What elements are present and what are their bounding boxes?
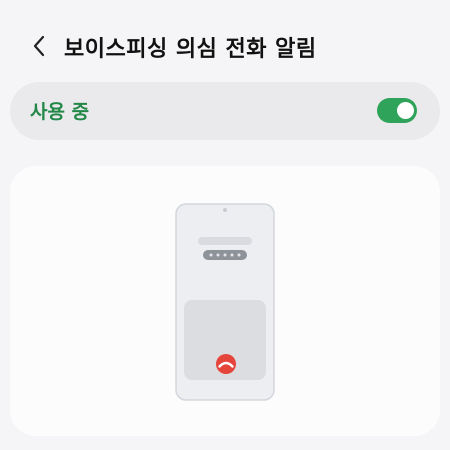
- caller-name-placeholder: [198, 237, 252, 245]
- phone-illustration: [175, 203, 275, 401]
- camera-dot: [223, 208, 227, 212]
- decline-call-icon: [216, 354, 236, 374]
- toggle-knob: [397, 102, 414, 119]
- screen: 보이스피싱 의심 전화 알림 사용 중: [0, 0, 450, 450]
- header: 보이스피싱 의심 전화 알림: [0, 24, 450, 68]
- illustration-card: [10, 166, 440, 436]
- master-toggle-row[interactable]: 사용 중: [10, 82, 440, 140]
- page-title: 보이스피싱 의심 전화 알림: [64, 37, 317, 62]
- chevron-left-icon: [33, 35, 45, 57]
- toggle-switch[interactable]: [377, 98, 417, 123]
- back-button[interactable]: [24, 30, 54, 62]
- toggle-label: 사용 중: [30, 101, 90, 123]
